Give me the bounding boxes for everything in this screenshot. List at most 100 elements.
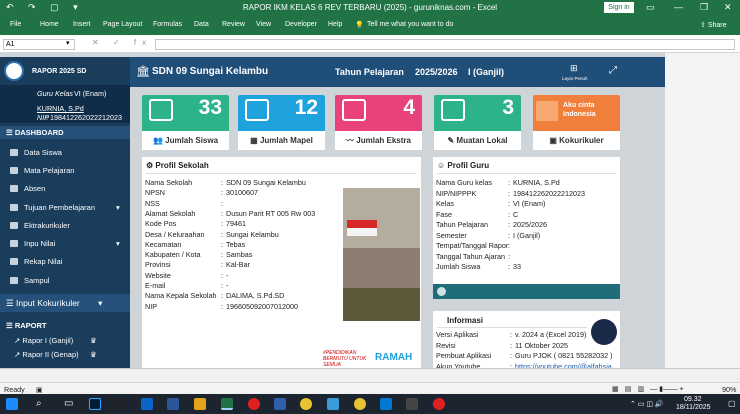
tab-developer[interactable]: Developer [285, 21, 317, 28]
chrome-icon[interactable] [354, 398, 366, 410]
field-label: Website [145, 270, 171, 280]
empty-grid-area [665, 53, 740, 368]
school-photo [343, 188, 420, 321]
formula-buttons[interactable]: ✕ ✓ fx [92, 38, 152, 47]
clock-date[interactable]: 18/11/2025 [676, 404, 711, 411]
notification-icon[interactable]: ▢ [728, 399, 736, 408]
formula-input[interactable] [155, 39, 735, 50]
clock-time[interactable]: 09.32 [684, 396, 702, 403]
tab-insert[interactable]: Insert [73, 21, 91, 28]
app-icon[interactable] [406, 398, 418, 410]
sidebar-item-mata-pelajaran[interactable]: Mata Pelajaran [10, 166, 74, 175]
sidebar-label: Rapor II (Genap) [22, 350, 79, 359]
card-jumlah-mapel[interactable]: 12 ▦ Jumlah Mapel [238, 95, 325, 150]
sidebar-item-ektrakurikuler[interactable]: Ektrakurikuler [10, 221, 70, 230]
share-button[interactable]: ⇪ Share [700, 21, 727, 29]
dashboard-header[interactable]: ☰ DASHBOARD [0, 126, 130, 139]
zoom-slider[interactable]: — ▮—— + [650, 384, 684, 393]
app-logo [4, 61, 24, 81]
flag-icon [536, 101, 558, 121]
sidebar-item-rapor-ganjil[interactable]: ↗ Rapor I (Ganjil) ♛ [14, 336, 97, 345]
kokurikuler-menu[interactable]: ☰ Input Kokurikuler ▾ [0, 294, 130, 312]
opera-icon[interactable] [248, 398, 260, 410]
card-jumlah-siswa[interactable]: 33 👥 Jumlah Siswa [142, 95, 229, 150]
field-colon: : [508, 251, 510, 261]
kokurikuler-label: ☰ Input Kokurikuler ▾ [6, 298, 103, 308]
ramah-logo: RAMAH [375, 352, 413, 363]
tab-page-layout[interactable]: Page Layout [103, 21, 142, 28]
field-value: C [513, 209, 519, 219]
tab-data[interactable]: Data [194, 21, 209, 28]
sidebar-item-rapor-genap[interactable]: ↗ Rapor II (Genap) ♛ [14, 350, 97, 359]
name-box[interactable]: A1 [3, 39, 75, 50]
sidebar-item-rekap-nilai[interactable]: Rekap Nilai [10, 257, 62, 266]
excel-icon[interactable] [221, 398, 233, 410]
qr-icon[interactable]: ⊞ [570, 63, 578, 74]
guru-kelas: VI (Enam) [74, 89, 107, 98]
app-icon[interactable] [327, 398, 339, 410]
profil-guru-title: ☺ Profil Guru [437, 161, 490, 170]
task-view-icon[interactable]: ▭ [64, 398, 73, 409]
field-value: DALIMA, S.Pd.SD [226, 291, 285, 301]
edge-icon[interactable] [380, 398, 392, 410]
sidebar-item-data-siswa[interactable]: Data Siswa [10, 148, 62, 157]
sign-in-button[interactable]: Sign in [604, 2, 634, 13]
pen-icon [441, 99, 465, 121]
field-colon: : [508, 220, 510, 229]
app-icon[interactable] [114, 398, 126, 410]
zoom-level[interactable]: 90% [722, 385, 736, 394]
status-bar: Ready ▣ ▦▤▥ — ▮—— + 90% [0, 382, 740, 394]
tab-formulas[interactable]: Formulas [153, 21, 182, 28]
field-colon: : [221, 250, 223, 260]
accessibility-icon[interactable]: ▣ [36, 385, 43, 394]
sidebar-item-absen[interactable]: Absen [10, 184, 45, 193]
tab-help[interactable]: Help [328, 21, 342, 28]
sidebar-label: Rekap Nilai [24, 257, 63, 266]
trophy-icon: ♛ [90, 350, 97, 359]
card-label-text: Muatan Lokal [456, 136, 508, 145]
sidebar-item-input-nilai[interactable]: Inpu Nilai ▾ [10, 239, 120, 248]
tab-file[interactable]: File [10, 21, 21, 28]
sidebar-item-tujuan-pembelajaran[interactable]: Tujuan Pembelajaran ▾ [10, 203, 120, 212]
app-icon[interactable] [433, 398, 445, 410]
tab-view[interactable]: View [256, 21, 271, 28]
guru-name: KURNIA, S.Pd [37, 104, 84, 113]
tab-home[interactable]: Home [40, 21, 59, 28]
field-colon: : [508, 188, 510, 198]
bluetooth-icon[interactable] [141, 398, 153, 410]
divider [437, 327, 587, 328]
tab-review[interactable]: Review [222, 21, 245, 28]
field-label: Tanggal Tahun Ajaran [436, 251, 506, 261]
card-kokurikuler[interactable]: Aku cinta Indonesia ▣ Kokurikuler [533, 95, 620, 150]
close-icon[interactable]: ✕ [724, 2, 732, 13]
school-building-icon: 🏛 [136, 66, 150, 78]
guru-nip-value: 198412262022212023 [50, 113, 122, 122]
chrome-icon[interactable] [300, 398, 312, 410]
restore-icon[interactable]: ❐ [700, 2, 708, 13]
photoshop-icon[interactable] [89, 398, 101, 410]
card-muatan-lokal[interactable]: 3 ✎ Muatan Lokal [434, 95, 521, 150]
card-jumlah-ekstra[interactable]: 4 〰 Jumlah Ekstra [335, 95, 422, 150]
app-icon[interactable] [274, 398, 286, 410]
informasi-title: Informasi [447, 316, 484, 325]
field-value: Sambas [226, 250, 253, 260]
photo-grass [343, 288, 420, 321]
view-buttons[interactable]: ▦▤▥ [612, 384, 650, 393]
fullscreen-icon[interactable]: ⤢ [609, 65, 617, 76]
sidebar-item-sampul[interactable]: Sampul [10, 276, 49, 285]
profil-sekolah-title: ⚙ Profil Sekolah [146, 161, 209, 170]
chevron-down-icon[interactable]: ▾ [66, 39, 70, 47]
windows-start-icon[interactable] [6, 398, 18, 410]
word-icon[interactable] [167, 398, 179, 410]
ribbon-display-icon[interactable]: ▭ [646, 2, 655, 13]
guru-footer-bar [433, 284, 620, 299]
ribbon-tabs: File Home Insert Page Layout Formulas Da… [0, 15, 740, 35]
system-tray-icons[interactable]: ⌃ ▭ ◫ 🔊 [630, 400, 664, 408]
search-icon[interactable]: ⌕ [36, 398, 42, 409]
minimize-icon[interactable]: — [674, 2, 683, 12]
field-colon: : [221, 281, 223, 290]
sidebar-label: Ektrakurikuler [24, 221, 70, 230]
file-explorer-icon[interactable] [194, 398, 206, 410]
tell-me-search[interactable]: Tell me what you want to do [367, 21, 453, 28]
field-label: Pembuat Aplikasi [436, 351, 492, 360]
